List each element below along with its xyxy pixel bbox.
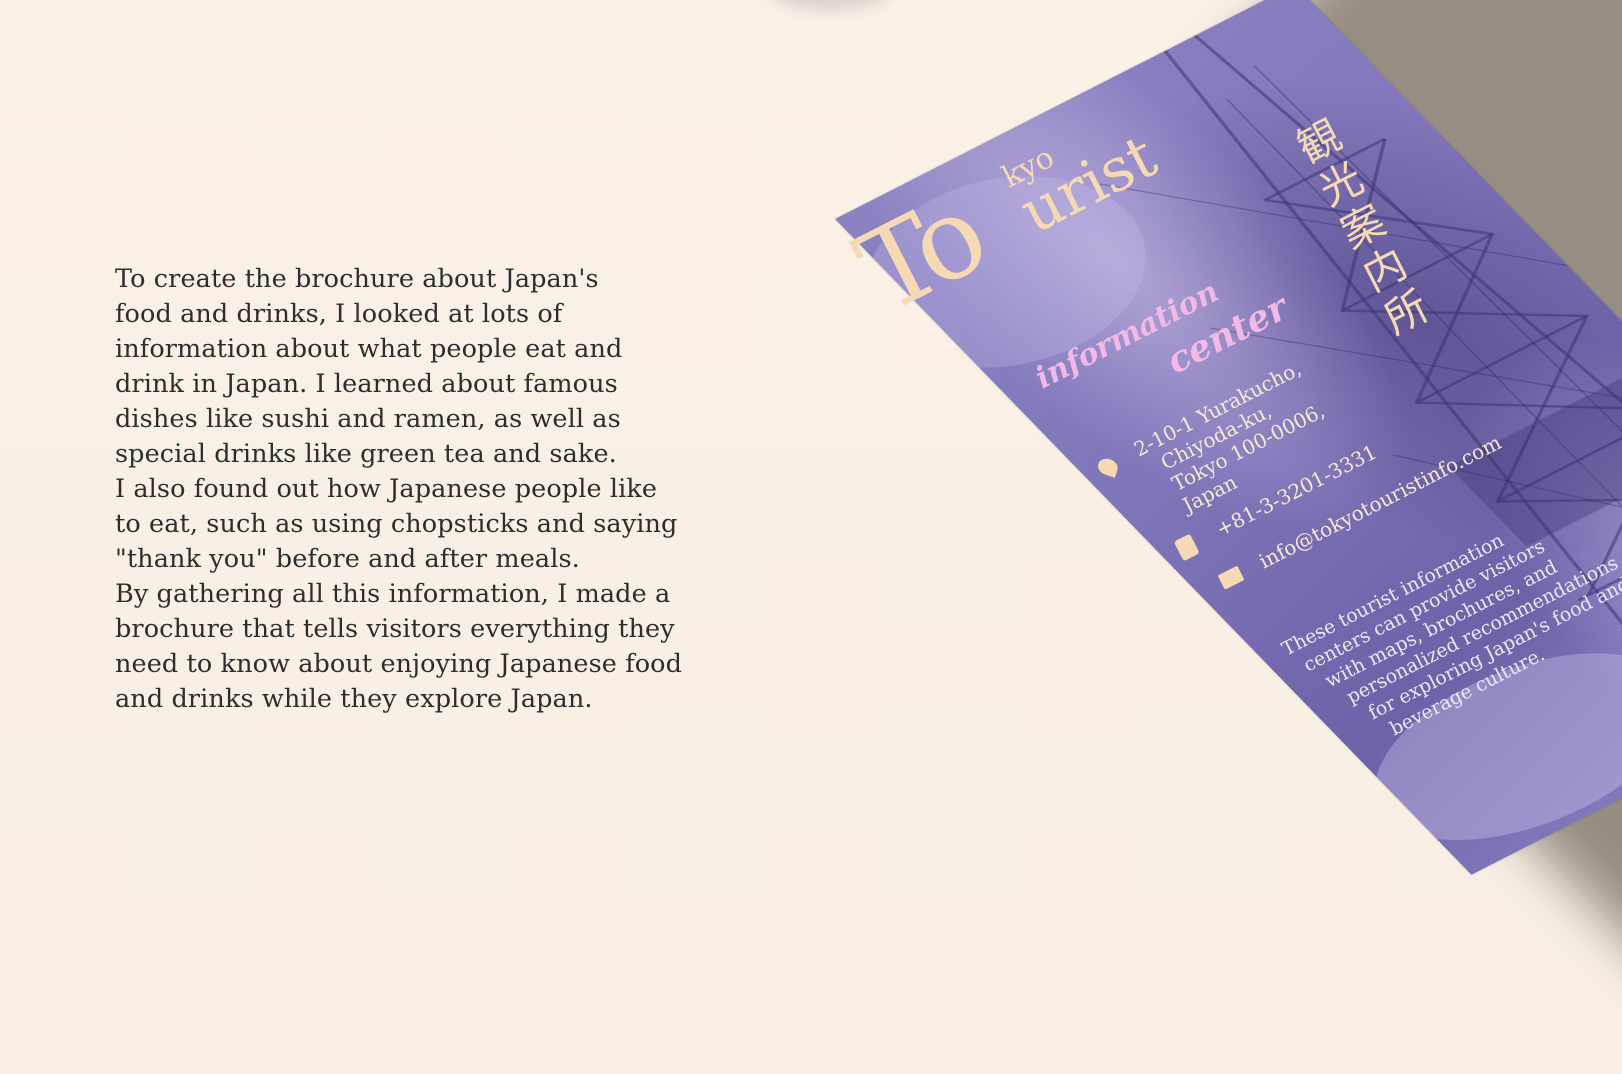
- paragraph-line: brochure that tells visitors everything …: [115, 614, 675, 644]
- description-text-block: To create the brochure about Japan's foo…: [115, 262, 755, 717]
- page: To create the brochure about Japan's foo…: [0, 0, 1622, 1074]
- paragraph-line: To create the brochure about Japan's: [115, 264, 599, 294]
- top-shadow: [770, 0, 890, 10]
- paragraph-line: information about what people eat and: [115, 334, 623, 364]
- paragraph-line: need to know about enjoying Japanese foo…: [115, 649, 683, 679]
- paragraph-line: drink in Japan. I learned about famous: [115, 369, 618, 399]
- floor-strip: [0, 1040, 1622, 1074]
- paragraph-line: I also found out how Japanese people lik…: [115, 474, 658, 504]
- paragraph-line: dishes like sushi and ramen, as well as: [115, 404, 621, 434]
- paragraph-line: special drinks like green tea and sake.: [115, 439, 617, 469]
- paragraph-line: and drinks while they explore Japan.: [115, 684, 593, 714]
- paragraph-line: to eat, such as using chopsticks and say…: [115, 509, 678, 539]
- paragraph-line: food and drinks, I looked at lots of: [115, 299, 563, 329]
- paragraph-line: "thank you" before and after meals.: [115, 544, 580, 574]
- paragraph-line: By gathering all this information, I mad…: [115, 579, 671, 609]
